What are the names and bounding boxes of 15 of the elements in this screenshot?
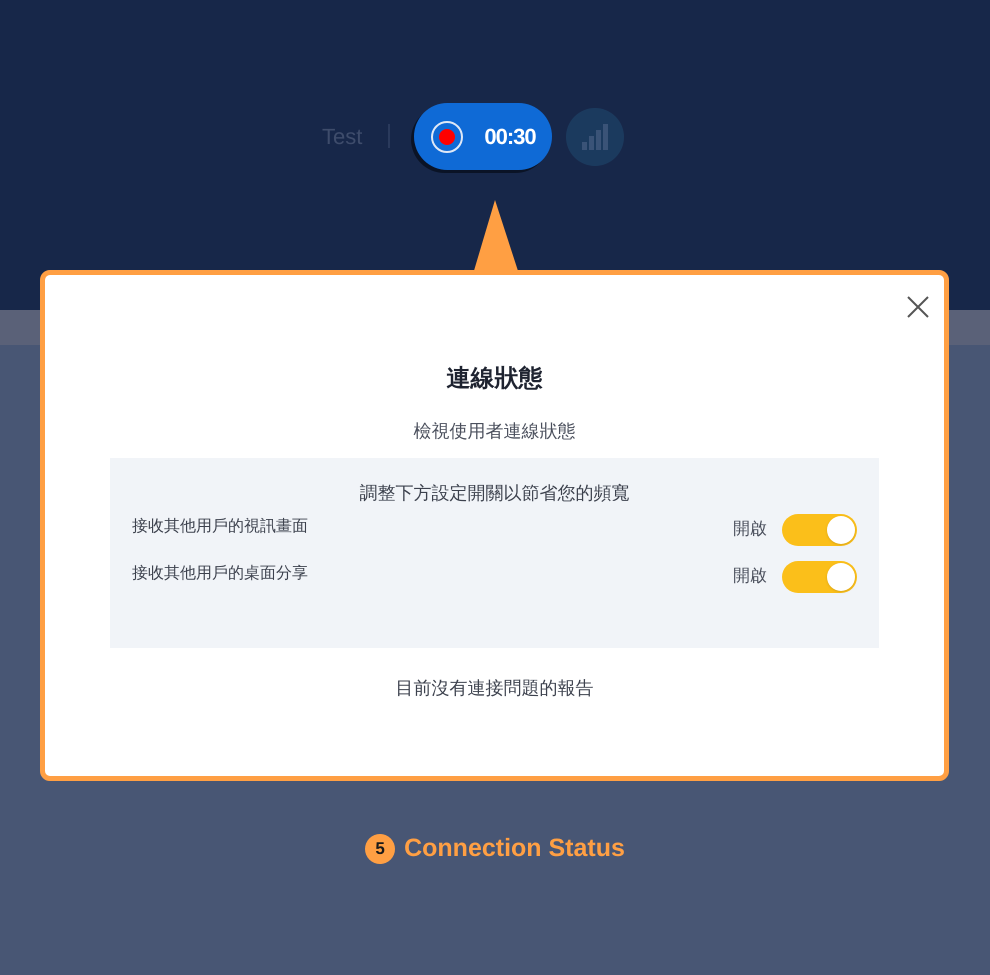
dialog-title: 連線狀態 (446, 363, 542, 394)
setting-label: 接收其他用戶的桌面分享 (132, 562, 308, 584)
signal-strength-icon[interactable] (566, 108, 624, 166)
step-number-badge: 5 (365, 834, 396, 864)
caption: Connection Status (404, 833, 625, 864)
settings-heading: 調整下方設定開關以節省您的頻寬 (360, 482, 630, 506)
recording-timer-button[interactable]: 00:30 (414, 103, 552, 170)
toggle-state-label: 開啟 (733, 565, 767, 588)
dialog-subtitle: 檢視使用者連線狀態 (414, 420, 576, 444)
close-icon[interactable] (906, 295, 930, 319)
setting-label: 接收其他用戶的視訊畫面 (132, 515, 308, 537)
toggle-switch[interactable] (782, 514, 857, 546)
status-message: 目前沒有連接問題的報告 (396, 677, 594, 701)
toggle-switch[interactable] (782, 561, 857, 593)
toggle-state-label: 開啟 (733, 518, 767, 542)
